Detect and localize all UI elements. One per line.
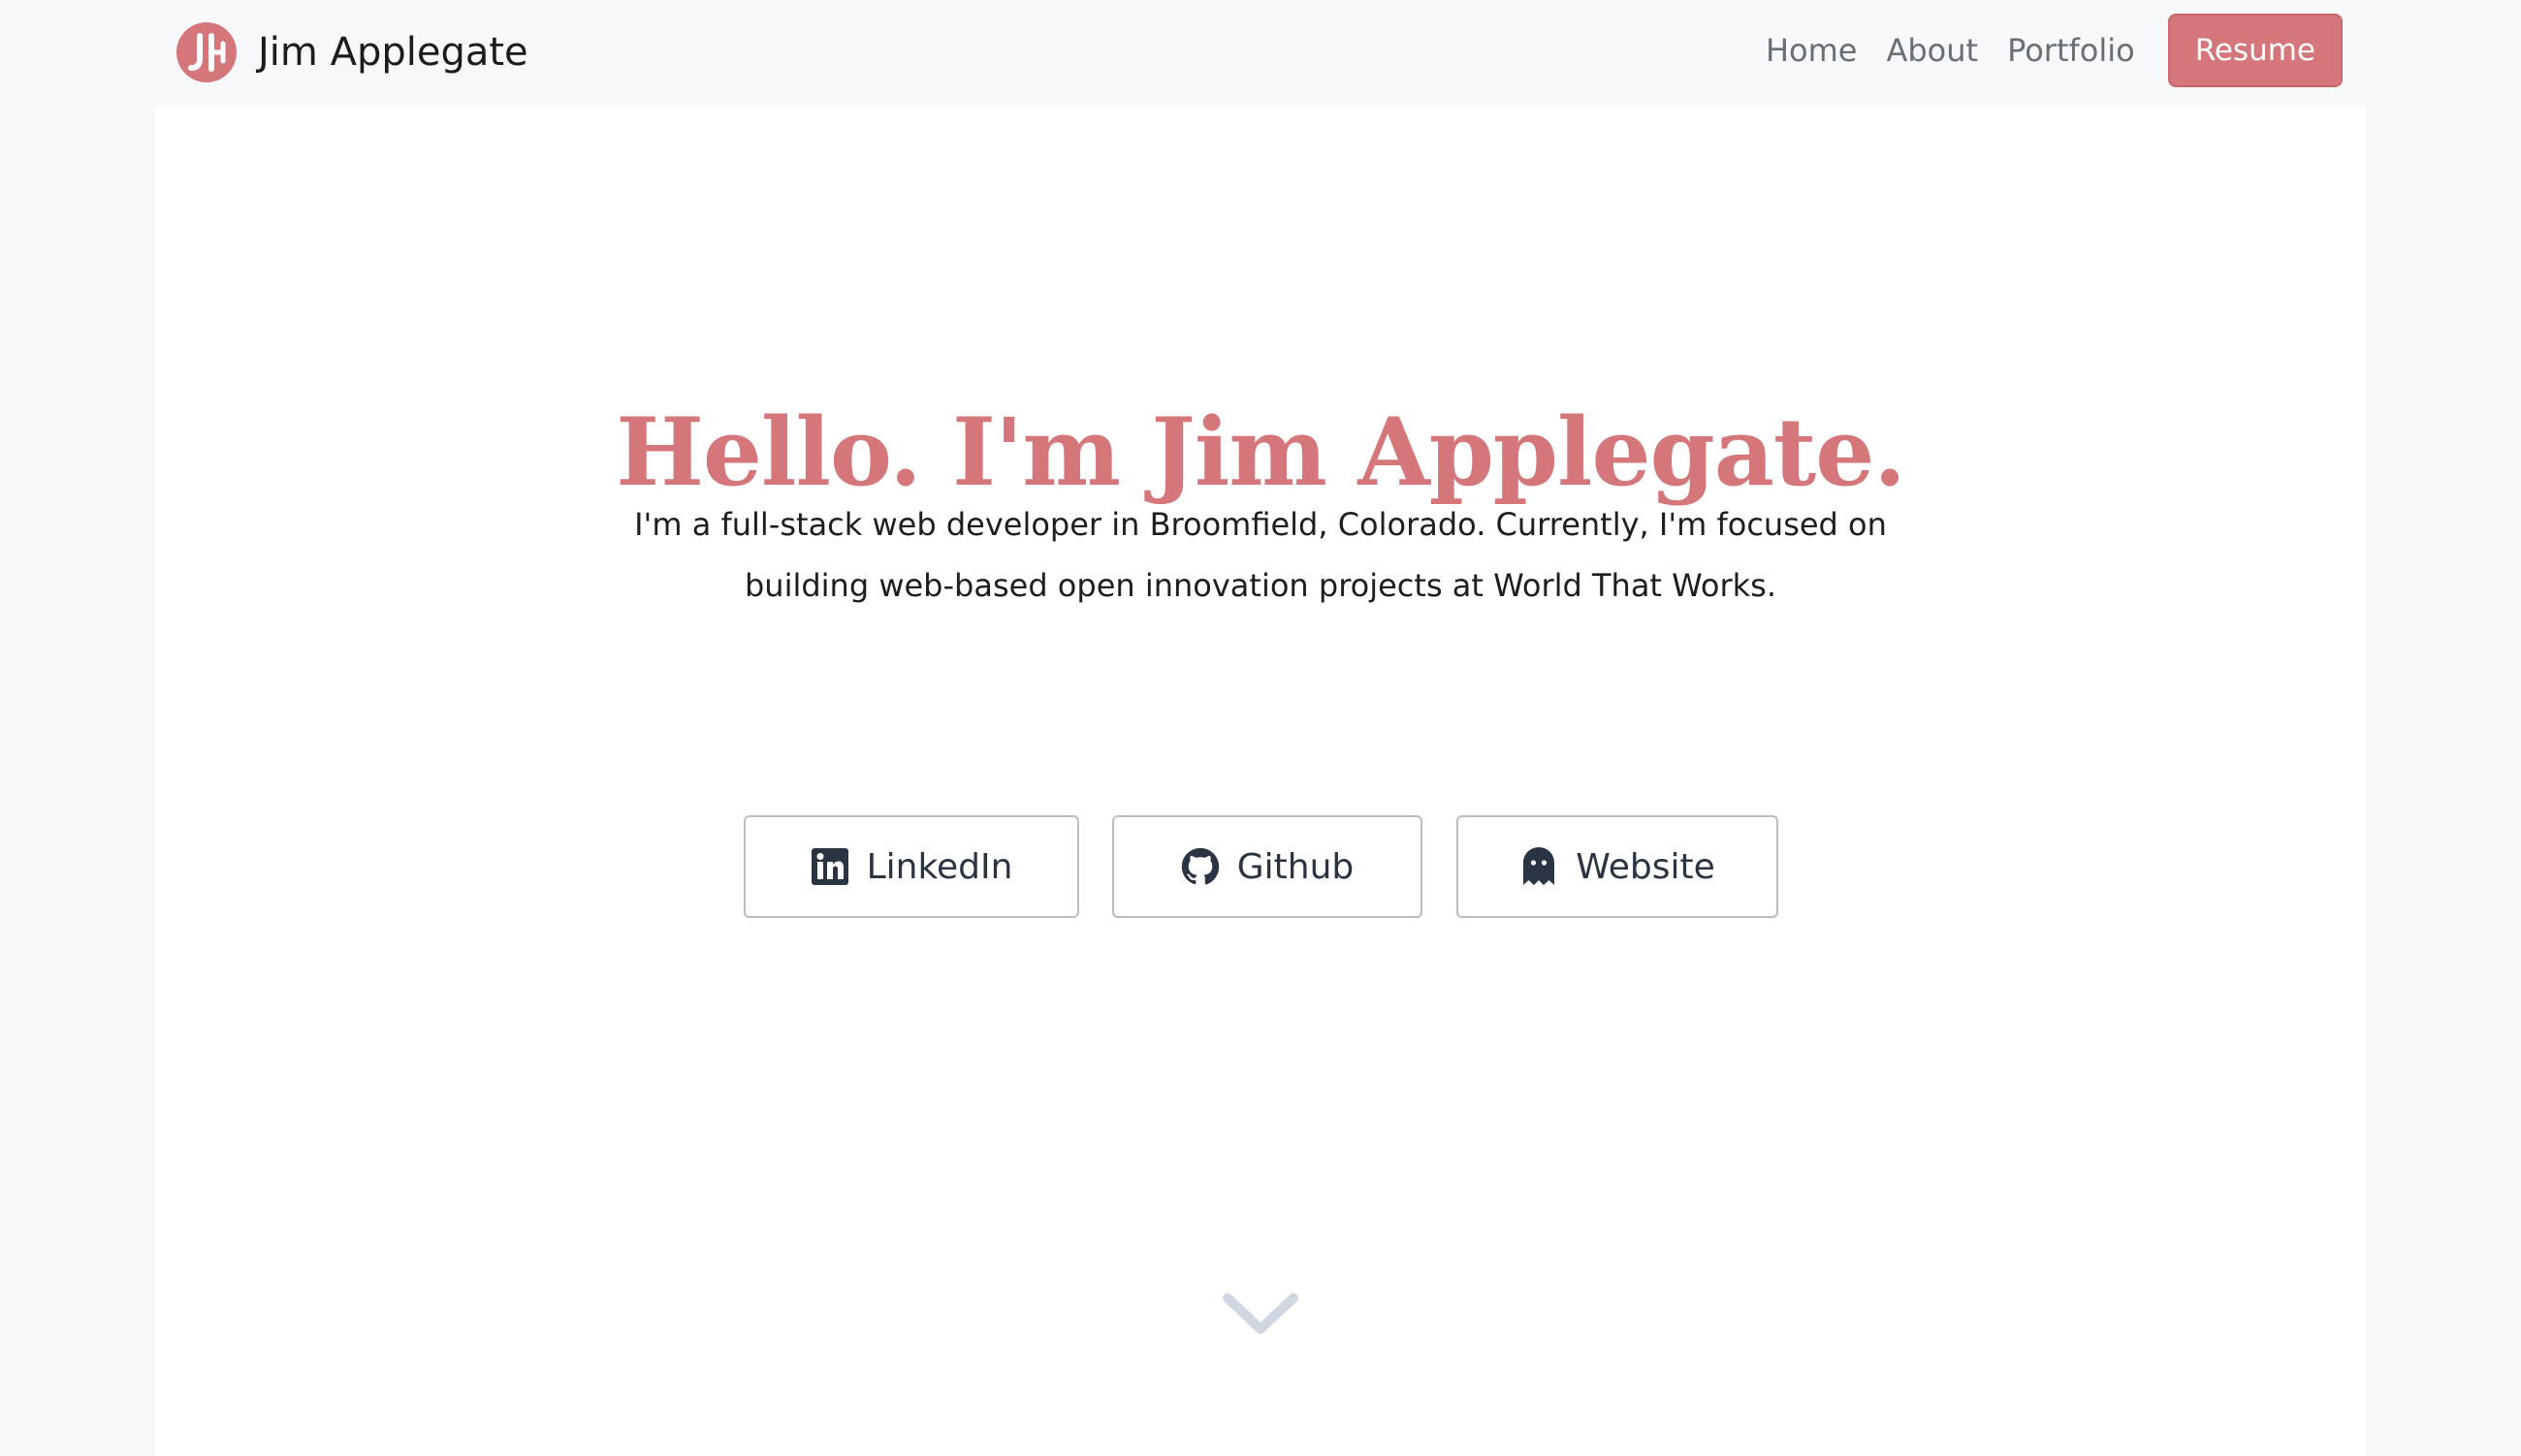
nav-about-link[interactable]: About xyxy=(1886,32,1978,69)
chevron-down-icon xyxy=(1222,1290,1299,1343)
linkedin-label: LinkedIn xyxy=(866,846,1013,887)
brand-name: Jim Applegate xyxy=(258,30,528,75)
linkedin-button[interactable]: LinkedIn xyxy=(744,815,1079,918)
brand[interactable]: Jim Applegate xyxy=(176,21,528,83)
ghost-icon xyxy=(1519,847,1558,886)
hero-subtitle: I'm a full-stack web developer in Broomf… xyxy=(634,506,1887,604)
github-button[interactable]: Github xyxy=(1112,815,1422,918)
website-label: Website xyxy=(1576,846,1715,887)
github-icon xyxy=(1181,847,1220,886)
social-links: LinkedIn Github Website xyxy=(155,815,2366,918)
top-navbar: Jim Applegate Home About Portfolio Resum… xyxy=(0,0,2521,107)
hero-panel: Hello. I'm Jim Applegate. I'm a full-sta… xyxy=(155,107,2366,1456)
hero-title: Hello. I'm Jim Applegate. xyxy=(616,397,1906,507)
website-button[interactable]: Website xyxy=(1456,815,1778,918)
linkedin-icon xyxy=(811,847,849,886)
ja-logo-icon xyxy=(176,22,237,82)
nav-links: Home About Portfolio Resume xyxy=(1766,14,2343,87)
github-label: Github xyxy=(1236,846,1355,887)
nav-portfolio-link[interactable]: Portfolio xyxy=(2007,32,2135,69)
scroll-down-button[interactable] xyxy=(1222,1287,1299,1345)
nav-home-link[interactable]: Home xyxy=(1766,32,1858,69)
resume-button[interactable]: Resume xyxy=(2167,14,2343,87)
